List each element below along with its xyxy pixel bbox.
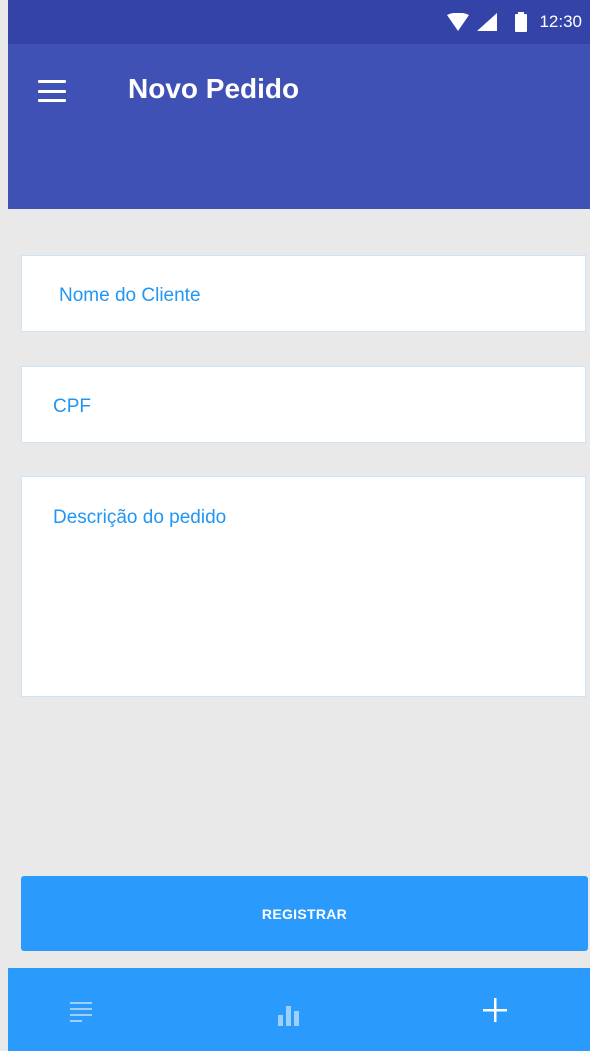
status-icons: 12:30 [447, 0, 582, 44]
cpf-placeholder: CPF [53, 396, 91, 417]
app-bar: Novo Pedido [8, 44, 590, 209]
bar-chart-icon [278, 1006, 299, 1026]
status-bar: 12:30 [8, 0, 590, 44]
bottom-navigation [8, 968, 590, 1051]
status-time: 12:30 [539, 12, 582, 31]
cpf-input[interactable]: CPF [21, 366, 586, 443]
battery-icon [515, 12, 528, 32]
nav-item-list[interactable] [46, 968, 126, 1051]
list-icon [70, 1002, 92, 1022]
plus-icon [483, 998, 507, 1022]
client-name-input[interactable]: Nome do Cliente [21, 255, 586, 332]
page-title: Novo Pedido [128, 73, 300, 104]
register-button[interactable]: REGISTRAR [21, 876, 588, 951]
description-textarea[interactable]: Descrição do pedido [21, 476, 586, 697]
description-placeholder: Descrição do pedido [53, 507, 227, 528]
client-name-placeholder: Nome do Cliente [59, 285, 201, 306]
nav-item-chart[interactable] [250, 968, 330, 1051]
nav-item-add[interactable] [456, 968, 536, 1051]
wifi-icon [447, 13, 470, 31]
signal-icon [477, 13, 498, 31]
menu-icon[interactable] [38, 80, 66, 102]
